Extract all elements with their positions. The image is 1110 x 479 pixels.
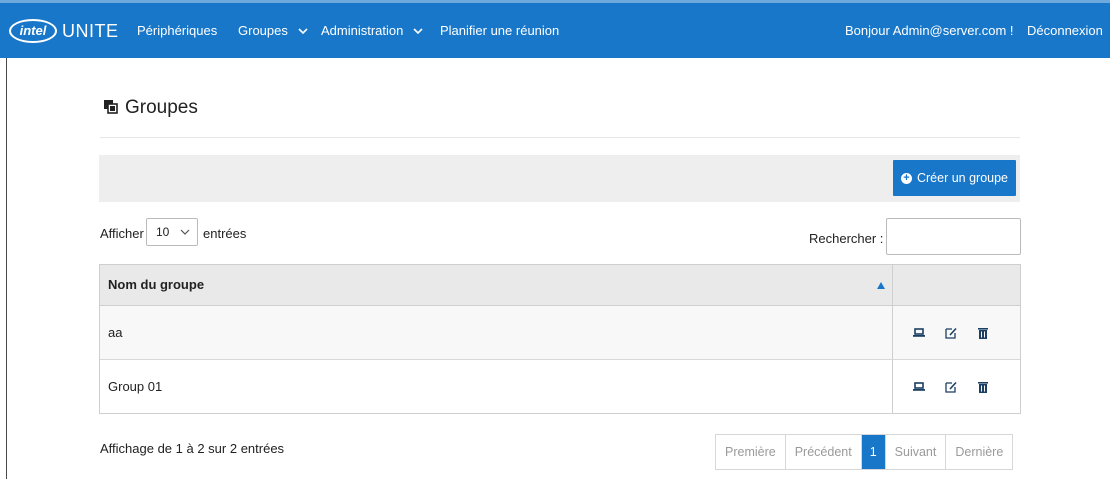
chevron-down-icon: [297, 21, 308, 45]
groups-table: Nom du groupe aa Group 01: [99, 264, 1021, 414]
table-row: Group 01: [100, 360, 1020, 413]
intel-logo-mark: intel: [9, 19, 57, 43]
entries-label: entrées: [203, 226, 247, 241]
row-actions: [893, 360, 1020, 413]
search-input[interactable]: [886, 218, 1021, 255]
plus-circle-icon: +: [900, 172, 912, 184]
create-group-label: Créer un groupe: [916, 171, 1009, 185]
group-name-cell: Group 01: [100, 360, 893, 413]
pagination-last[interactable]: Dernière: [946, 435, 1013, 469]
clone-icon: [103, 99, 118, 118]
row-actions: [893, 306, 1020, 359]
nav-item-label: Administration: [321, 23, 404, 38]
sort-ascending-icon: [877, 265, 885, 323]
pagination-previous[interactable]: Précédent: [785, 435, 862, 469]
page-title-text: Groupes: [125, 97, 198, 118]
nav-item-label: Groupes: [238, 23, 288, 38]
show-entries-label: Afficher: [100, 226, 144, 241]
pagination-next[interactable]: Suivant: [885, 435, 947, 469]
nav-item-administration[interactable]: Administration: [321, 19, 423, 43]
column-header-actions: [893, 265, 1020, 305]
edit-icon[interactable]: [942, 324, 960, 342]
actions-toolbar: + Créer un groupe: [99, 155, 1020, 202]
trash-icon[interactable]: [974, 378, 992, 396]
chevron-down-icon: [180, 219, 190, 256]
nav-item-groupes[interactable]: Groupes: [238, 19, 308, 43]
nav-item-peripheriques[interactable]: Périphériques: [137, 19, 217, 43]
table-info: Affichage de 1 à 2 sur 2 entrées: [100, 441, 285, 456]
table-header: Nom du groupe: [100, 265, 1020, 306]
edit-icon[interactable]: [942, 378, 960, 396]
user-greeting[interactable]: Bonjour Admin@server.com !: [845, 19, 1014, 43]
laptop-icon[interactable]: [910, 378, 928, 396]
title-divider: [100, 137, 1020, 138]
pagination-first[interactable]: Première: [716, 435, 786, 469]
nav-item-planifier-reunion[interactable]: Planifier une réunion: [440, 19, 559, 43]
pagination: Première Précédent 1 Suivant Dernière: [715, 434, 1014, 470]
page-length-value: 10: [156, 225, 170, 239]
group-name-cell: aa: [100, 306, 893, 359]
nav-item-label: Planifier une réunion: [440, 23, 560, 38]
column-header-label: Nom du groupe: [108, 277, 205, 292]
page-length-select[interactable]: 10: [146, 218, 198, 246]
left-divider: [6, 58, 7, 479]
page-title: Groupes: [103, 97, 198, 119]
search-label: Rechercher :: [809, 231, 884, 246]
nav-item-label: Périphériques: [137, 23, 218, 38]
top-navbar: intel UNITE Périphériques Groupes Admini…: [0, 0, 1110, 58]
trash-icon[interactable]: [974, 324, 992, 342]
unite-logo-text: UNITE: [62, 20, 119, 41]
pagination-current-page[interactable]: 1: [861, 435, 886, 469]
laptop-icon[interactable]: [910, 324, 928, 342]
logout-link[interactable]: Déconnexion: [1027, 19, 1103, 43]
chevron-down-icon: [413, 21, 423, 45]
column-header-group-name[interactable]: Nom du groupe: [100, 265, 893, 305]
logout-label: Déconnexion: [1027, 23, 1103, 38]
user-greeting-label: Bonjour Admin@server.com !: [845, 23, 1014, 38]
intel-unite-logo[interactable]: intel UNITE: [9, 17, 119, 45]
create-group-button[interactable]: + Créer un groupe: [893, 160, 1016, 196]
